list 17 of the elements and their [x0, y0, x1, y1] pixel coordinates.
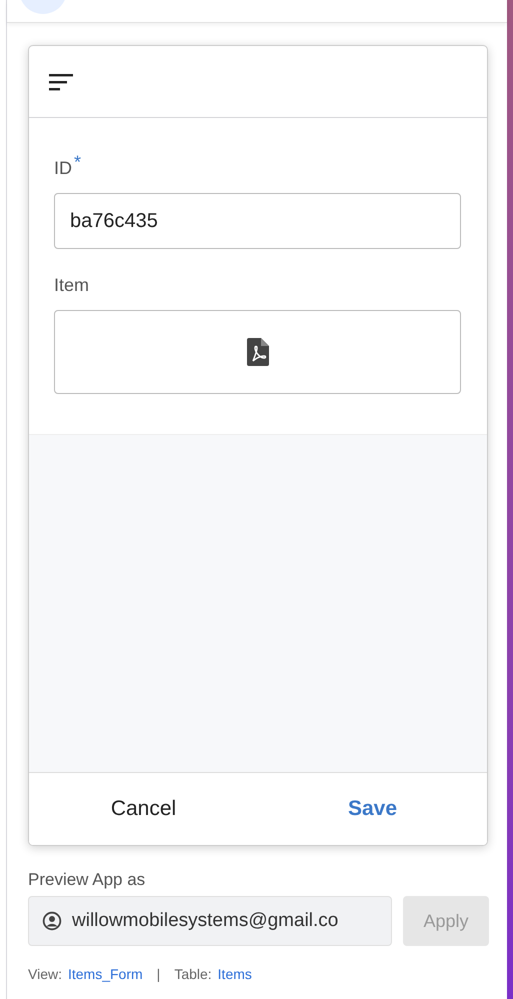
field-label: ID	[54, 158, 72, 179]
sort-icon[interactable]	[49, 72, 75, 90]
required-mark: *	[74, 152, 82, 173]
user-select[interactable]: willowmobilesystems@gmail.co	[28, 896, 392, 946]
cancel-button[interactable]: Cancel	[29, 773, 258, 845]
file-field[interactable]	[54, 310, 461, 394]
view-label: View:	[28, 966, 62, 982]
account-icon	[42, 911, 62, 931]
separator: |	[156, 966, 160, 982]
view-link[interactable]: Items_Form	[68, 966, 143, 982]
field-label: Item	[54, 275, 90, 296]
table-label: Table:	[174, 966, 212, 982]
table-link[interactable]: Items	[218, 966, 252, 982]
preview-label: Preview App as	[28, 870, 146, 890]
input-field[interactable]: ba76c435	[54, 193, 461, 249]
pdf-file-icon	[246, 338, 268, 366]
save-button[interactable]: Save	[258, 773, 487, 845]
